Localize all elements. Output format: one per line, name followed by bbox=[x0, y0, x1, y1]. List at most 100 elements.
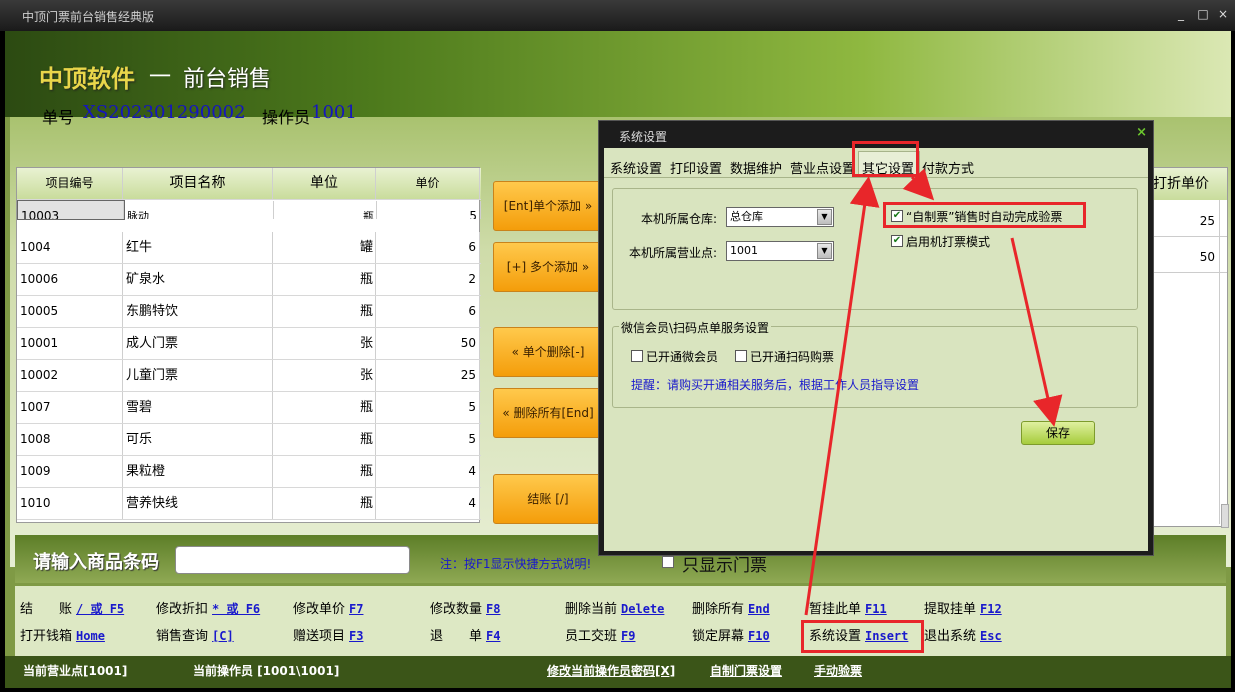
cell-name[interactable]: 红牛 bbox=[123, 232, 273, 263]
shortcut-item[interactable]: 修改数量 F8 bbox=[430, 598, 500, 617]
tab-data[interactable]: 数据维护 bbox=[730, 158, 782, 177]
shortcut-key[interactable]: F11 bbox=[865, 602, 887, 616]
chevron-down-icon[interactable]: ▼ bbox=[817, 209, 832, 225]
cell-code[interactable]: 1010 bbox=[17, 488, 123, 519]
shortcut-item[interactable]: 修改折扣 * 或 F6 bbox=[156, 598, 260, 617]
cell-name[interactable]: 雪碧 bbox=[123, 392, 273, 423]
cell-code[interactable]: 10001 bbox=[17, 328, 123, 359]
cell-price[interactable]: 25 bbox=[376, 360, 480, 391]
header-unit[interactable]: 单位 bbox=[273, 168, 376, 199]
tab-system[interactable]: 系统设置 bbox=[610, 158, 662, 177]
checkout-button[interactable]: 结账 [/] bbox=[493, 474, 603, 524]
shortcut-key[interactable]: Delete bbox=[621, 602, 664, 616]
cell-unit[interactable]: 瓶 bbox=[273, 424, 376, 455]
tab-payment[interactable]: 付款方式 bbox=[922, 158, 974, 177]
cell-price[interactable]: 6 bbox=[376, 296, 480, 327]
delete-single-button[interactable]: « 单个删除[-] bbox=[493, 327, 603, 377]
cell-unit[interactable]: 瓶 bbox=[273, 392, 376, 423]
table-row[interactable]: 1008 可乐瓶 5 bbox=[17, 424, 481, 456]
table-row[interactable]: 1009 果粒橙瓶 4 bbox=[17, 456, 481, 488]
table-row[interactable]: 1007 雪碧瓶 5 bbox=[17, 392, 481, 424]
cell-unit[interactable]: 瓶 bbox=[273, 488, 376, 519]
custom-ticket-link[interactable]: 自制门票设置 bbox=[710, 662, 782, 679]
barcode-input[interactable] bbox=[175, 546, 410, 574]
table-row[interactable]: 1010 营养快线瓶 4 bbox=[17, 488, 481, 520]
cell-name[interactable]: 脉动 bbox=[124, 201, 274, 219]
cell-price[interactable]: 4 bbox=[376, 488, 480, 519]
manual-check-link[interactable]: 手动验票 bbox=[814, 662, 862, 679]
header-price[interactable]: 单价 bbox=[376, 168, 480, 199]
cart-value[interactable]: 25 bbox=[1200, 214, 1215, 228]
shortcut-key[interactable]: F7 bbox=[349, 602, 363, 616]
cell-unit[interactable]: 张 bbox=[273, 328, 376, 359]
shortcut-item[interactable]: 销售查询 [C] bbox=[156, 625, 234, 644]
header-name[interactable]: 项目名称 bbox=[123, 168, 273, 199]
shortcut-item[interactable]: 删除当前 Delete bbox=[565, 598, 664, 617]
maximize-icon[interactable]: □ bbox=[1194, 7, 1212, 21]
tab-other[interactable]: 其它设置 bbox=[862, 158, 914, 177]
table-row[interactable]: 10002 儿童门票张 25 bbox=[17, 360, 481, 392]
delete-all-button[interactable]: « 删除所有[End] bbox=[493, 388, 603, 438]
only-tickets-checkbox[interactable] bbox=[662, 556, 674, 568]
table-row[interactable]: 10001 成人门票张 50 bbox=[17, 328, 481, 360]
cell-name[interactable]: 营养快线 bbox=[123, 488, 273, 519]
table-row[interactable]: 10006 矿泉水瓶 2 bbox=[17, 264, 481, 296]
cell-price[interactable]: 5 bbox=[377, 201, 481, 219]
shortcut-item[interactable]: 结 账 / 或 F5 bbox=[20, 598, 124, 617]
shortcut-key[interactable]: [C] bbox=[212, 629, 234, 643]
shortcut-item[interactable]: 修改单价 F7 bbox=[293, 598, 363, 617]
scan-buy-checkbox[interactable] bbox=[735, 350, 747, 362]
shortcut-item[interactable]: 赠送项目 F3 bbox=[293, 625, 363, 644]
close-icon[interactable]: × bbox=[1214, 7, 1232, 21]
cell-code[interactable]: 10005 bbox=[17, 296, 123, 327]
shortcut-key[interactable]: F9 bbox=[621, 629, 635, 643]
cell-price[interactable]: 2 bbox=[376, 264, 480, 295]
cart-value[interactable]: 50 bbox=[1200, 250, 1215, 264]
cell-code[interactable]: 1007 bbox=[17, 392, 123, 423]
cell-name[interactable]: 可乐 bbox=[123, 424, 273, 455]
minimize-icon[interactable]: _ bbox=[1172, 7, 1190, 21]
change-password-link[interactable]: 修改当前操作员密码[X] bbox=[547, 662, 675, 679]
cell-code[interactable]: 10003 bbox=[18, 201, 124, 219]
wechat-member-checkbox[interactable] bbox=[631, 350, 643, 362]
shortcut-key[interactable]: Insert bbox=[865, 629, 908, 643]
save-button[interactable]: 保存 bbox=[1021, 421, 1095, 445]
shortcut-key[interactable]: Esc bbox=[980, 629, 1002, 643]
cell-price[interactable]: 5 bbox=[376, 424, 480, 455]
cell-name[interactable]: 矿泉水 bbox=[123, 264, 273, 295]
shortcut-key[interactable]: F3 bbox=[349, 629, 363, 643]
warehouse-select[interactable]: 总仓库 ▼ bbox=[726, 207, 834, 227]
tab-print[interactable]: 打印设置 bbox=[670, 158, 722, 177]
cell-name[interactable]: 儿童门票 bbox=[123, 360, 273, 391]
cell-price[interactable]: 6 bbox=[376, 232, 480, 263]
shortcut-item[interactable]: 系统设置 Insert bbox=[809, 625, 908, 644]
chevron-down-icon[interactable]: ▼ bbox=[817, 243, 832, 259]
table-row[interactable]: 1004 红牛罐 6 bbox=[17, 232, 481, 264]
cell-name[interactable]: 果粒橙 bbox=[123, 456, 273, 487]
shortcut-item[interactable]: 暂挂此单 F11 bbox=[809, 598, 887, 617]
cell-name[interactable]: 成人门票 bbox=[123, 328, 273, 359]
shortcut-item[interactable]: 退 单 F4 bbox=[430, 625, 500, 644]
add-multi-button[interactable]: [+] 多个添加 » bbox=[493, 242, 603, 292]
ticket-print-checkbox[interactable]: ✔ bbox=[891, 235, 903, 247]
shortcut-key[interactable]: End bbox=[748, 602, 770, 616]
cell-code[interactable]: 1009 bbox=[17, 456, 123, 487]
shortcut-item[interactable]: 员工交班 F9 bbox=[565, 625, 635, 644]
tab-point[interactable]: 营业点设置 bbox=[790, 158, 855, 177]
shortcut-key[interactable]: * 或 F6 bbox=[212, 602, 260, 616]
cell-price[interactable]: 50 bbox=[376, 328, 480, 359]
cart-header-discount-price[interactable]: 打折单价 bbox=[1149, 168, 1227, 200]
shortcut-key[interactable]: F4 bbox=[486, 629, 500, 643]
shortcut-key[interactable]: F8 bbox=[486, 602, 500, 616]
add-single-button[interactable]: [Ent]单个添加 » bbox=[493, 181, 603, 231]
cell-unit[interactable]: 张 bbox=[273, 360, 376, 391]
header-code[interactable]: 项目编号 bbox=[17, 168, 123, 199]
table-row[interactable]: 10005 东鹏特饮瓶 6 bbox=[17, 296, 481, 328]
cell-code[interactable]: 10002 bbox=[17, 360, 123, 391]
shortcut-item[interactable]: 提取挂单 F12 bbox=[924, 598, 1002, 617]
auto-check-checkbox[interactable]: ✔ bbox=[891, 210, 903, 222]
shortcut-key[interactable]: Home bbox=[76, 629, 105, 643]
shortcut-key[interactable]: F10 bbox=[748, 629, 770, 643]
shortcut-item[interactable]: 锁定屏幕 F10 bbox=[692, 625, 770, 644]
table-row[interactable]: 10003 脉动瓶 5 bbox=[17, 200, 481, 220]
